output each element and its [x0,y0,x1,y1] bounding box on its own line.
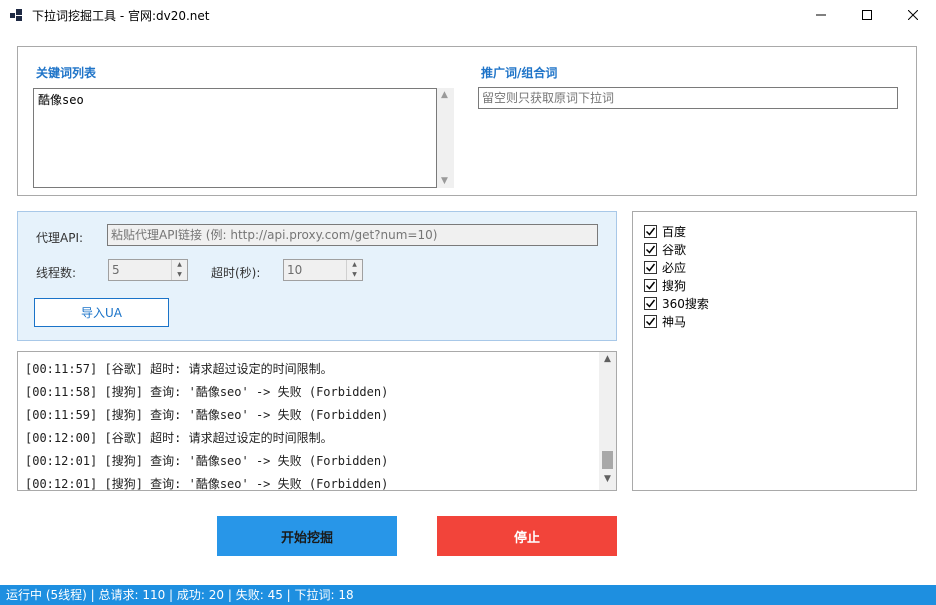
log-line: [00:11:59] [搜狗] 查询: '酷像seo' -> 失败 (Forbi… [25,408,389,422]
checkbox-checked-icon[interactable] [644,260,657,274]
keywords-group: 关键词列表 酷像seo ▲ ▼ 推广词/组合词 [17,46,917,196]
maximize-button[interactable] [844,0,890,30]
engine-label: 神马 [662,314,687,329]
engine-label: 360搜索 [662,296,709,311]
close-button[interactable] [890,0,936,30]
keywords-scrollbar[interactable]: ▲ ▼ [437,88,454,188]
log-line: [00:11:58] [搜狗] 查询: '酷像seo' -> 失败 (Forbi… [25,385,389,399]
timeout-up-icon[interactable]: ▲ [346,260,362,270]
log-line: [00:11:57] [谷歌] 超时: 请求超过设定的时间限制。 [25,362,333,376]
checkbox-checked-icon[interactable] [644,278,657,292]
keywords-label: 关键词列表 [36,66,97,80]
start-button[interactable]: 开始挖掘 [217,516,397,556]
stop-button[interactable]: 停止 [437,516,617,556]
engine-label: 搜狗 [662,278,687,293]
keywords-value: 酷像seo [38,93,84,107]
log-scroll-thumb[interactable] [602,451,613,469]
threads-down-icon[interactable]: ▼ [171,270,187,280]
maximize-icon [862,10,872,20]
promo-input[interactable] [478,87,898,109]
threads-label: 线程数: [36,266,77,280]
scroll-down-icon[interactable]: ▼ [441,176,448,186]
minimize-icon [816,14,826,16]
engine-label: 必应 [662,260,687,275]
log-line: [00:12:01] [搜狗] 查询: '酷像seo' -> 失败 (Forbi… [25,454,389,468]
window-title: 下拉词挖掘工具 - 官网:dv20.net [32,9,210,23]
timeout-label: 超时(秒): [211,266,261,280]
engine-label: 百度 [662,224,687,239]
import-ua-button[interactable]: 导入UA [34,298,169,327]
app-grid-icon [10,9,22,21]
log-line: [00:12:01] [搜狗] 查询: '酷像seo' -> 失败 (Forbi… [25,477,389,491]
proxy-api-label: 代理API: [36,231,84,245]
timeout-input[interactable] [284,260,346,280]
close-icon [908,10,918,20]
title-bar: 下拉词挖掘工具 - 官网:dv20.net [0,0,936,30]
proxy-api-input[interactable] [107,224,598,246]
promo-label: 推广词/组合词 [481,66,558,80]
threads-stepper[interactable]: ▲ ▼ [108,259,188,281]
checkbox-checked-icon[interactable] [644,314,657,328]
checkbox-checked-icon[interactable] [644,296,657,310]
engine-google[interactable]: 谷歌 [644,240,686,258]
engine-360[interactable]: 360搜索 [644,294,709,312]
proxy-settings-panel: 代理API: 线程数: ▲ ▼ 超时(秒): ▲ ▼ 导入UA [17,211,617,341]
scroll-up-icon[interactable]: ▲ [441,90,448,100]
threads-input[interactable] [109,260,171,280]
engine-sogou[interactable]: 搜狗 [644,276,686,294]
engines-group: 百度 谷歌 必应 搜狗 360搜索 神马 [632,211,917,491]
engine-shenma[interactable]: 神马 [644,312,686,330]
checkbox-checked-icon[interactable] [644,242,657,256]
checkbox-checked-icon[interactable] [644,224,657,238]
keywords-textarea[interactable]: 酷像seo [33,88,437,188]
engine-bing[interactable]: 必应 [644,258,686,276]
status-bar: 运行中 (5线程) | 总请求: 110 | 成功: 20 | 失败: 45 |… [0,585,936,605]
timeout-stepper[interactable]: ▲ ▼ [283,259,363,281]
log-lines: [00:11:57] [谷歌] 超时: 请求超过设定的时间限制。 [00:11:… [25,362,595,491]
log-output[interactable]: [00:11:57] [谷歌] 超时: 请求超过设定的时间限制。 [00:11:… [17,351,617,491]
minimize-button[interactable] [798,0,844,30]
timeout-down-icon[interactable]: ▼ [346,270,362,280]
log-scrollbar[interactable]: ▲ ▼ [599,352,616,490]
threads-up-icon[interactable]: ▲ [171,260,187,270]
engine-label: 谷歌 [662,242,687,257]
log-scroll-down-icon[interactable]: ▼ [604,474,611,484]
log-line: [00:12:00] [谷歌] 超时: 请求超过设定的时间限制。 [25,431,333,445]
engine-baidu[interactable]: 百度 [644,222,686,240]
log-scroll-up-icon[interactable]: ▲ [604,354,611,364]
